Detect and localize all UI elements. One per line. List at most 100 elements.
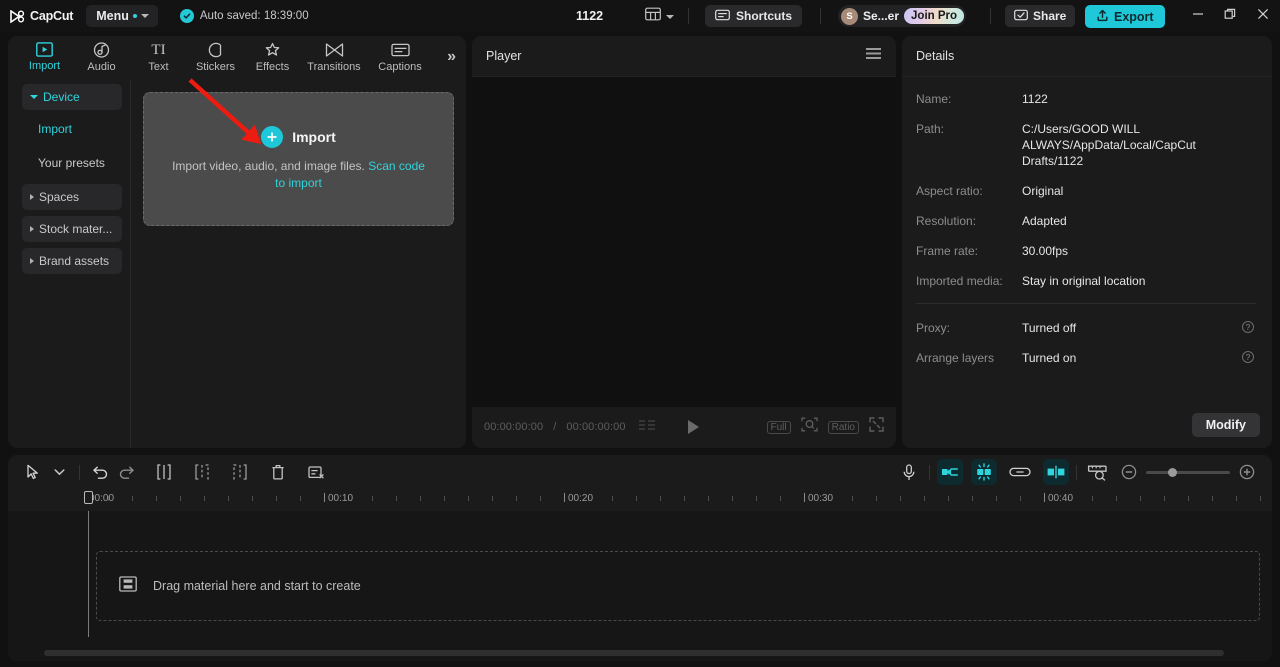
close-button[interactable]	[1248, 0, 1278, 32]
playhead-handle[interactable]	[84, 491, 93, 504]
import-description: Import video, audio, and image files. Sc…	[169, 158, 429, 192]
more-tabs-button[interactable]: »	[447, 48, 456, 66]
detail-row-resolution: Resolution: Adapted	[916, 213, 1256, 229]
cursor-dropdown-icon[interactable]	[46, 459, 72, 485]
help-icon[interactable]: ?	[1242, 321, 1254, 333]
microphone-icon[interactable]	[896, 459, 922, 485]
delete-icon[interactable]	[265, 459, 291, 485]
timeline-dropzone[interactable]: Drag material here and start to create	[96, 551, 1260, 621]
player-stage[interactable]	[472, 77, 896, 407]
ruler-label: 00:20	[568, 493, 594, 504]
menu-button[interactable]: Menu	[86, 5, 158, 27]
detail-value: Stay in original location	[1022, 274, 1146, 288]
time-separator: /	[553, 421, 557, 433]
zoom-in-icon[interactable]	[1234, 459, 1260, 485]
timeline-tracks[interactable]: Drag material here and start to create	[8, 491, 1272, 661]
nav-item-brand-assets[interactable]: Brand assets	[22, 248, 122, 274]
snap-align-icon[interactable]	[1043, 459, 1069, 485]
full-quality-chip[interactable]: Full	[766, 420, 791, 434]
magnifier-icon[interactable]	[800, 417, 818, 437]
tab-text[interactable]: TI Text	[130, 37, 187, 77]
timeline-horizontal-scrollbar[interactable]	[44, 650, 1224, 656]
minimize-button[interactable]	[1183, 0, 1213, 32]
play-icon[interactable]	[687, 420, 699, 434]
trim-left-icon[interactable]	[189, 459, 215, 485]
tab-captions[interactable]: Captions	[367, 37, 433, 77]
export-button[interactable]: Export	[1085, 5, 1165, 28]
divider	[990, 8, 991, 24]
detail-value: Adapted	[1022, 214, 1067, 228]
detail-value: Turned on	[1022, 351, 1077, 365]
shortcuts-button[interactable]: Shortcuts	[705, 5, 803, 27]
link-icon[interactable]	[1005, 459, 1035, 485]
chevron-down-icon	[140, 14, 149, 18]
trim-right-icon[interactable]	[227, 459, 253, 485]
player-title: Player	[486, 49, 522, 63]
hamburger-menu-icon[interactable]	[865, 47, 882, 65]
preview-scale-icon[interactable]	[1084, 459, 1112, 485]
capcut-logo-icon	[10, 8, 25, 24]
share-box-icon	[1014, 9, 1028, 24]
plus-icon[interactable]	[261, 126, 284, 148]
title-bar: CapCut Menu Auto saved: 18:39:00 1122 Sh…	[0, 0, 1280, 32]
account-chip[interactable]: S Se...er Join Pro	[838, 5, 967, 27]
maximize-button[interactable]	[1215, 0, 1245, 32]
detail-row-arrange-layers: Arrange layers Turned on ?	[916, 350, 1256, 366]
split-icon[interactable]	[151, 459, 177, 485]
media-panel: Import Audio TI Text Stickers Effects Tr…	[8, 36, 466, 448]
playback-rate-icon[interactable]	[638, 418, 656, 436]
help-icon[interactable]: ?	[1242, 351, 1254, 363]
tab-effects[interactable]: Effects	[244, 37, 301, 77]
detail-row-frame-rate: Frame rate: 30.00fps	[916, 243, 1256, 259]
fullscreen-icon[interactable]	[869, 417, 884, 437]
detail-row-name: Name: 1122	[916, 91, 1256, 107]
autosave-text: Auto saved: 18:39:00	[199, 10, 309, 22]
triangle-down-icon	[30, 95, 38, 99]
nav-item-spaces[interactable]: Spaces	[22, 184, 122, 210]
keyboard-icon	[715, 9, 730, 24]
tab-label: Text	[148, 60, 169, 73]
mirror-clip-icon[interactable]	[937, 459, 963, 485]
tab-audio[interactable]: Audio	[73, 37, 130, 77]
media-nav-list: Device Import Your presets Spaces Stock …	[8, 78, 130, 448]
nav-label: Import	[38, 122, 73, 136]
join-pro-badge[interactable]: Join Pro	[904, 8, 965, 24]
auto-adjust-icon[interactable]	[971, 459, 997, 485]
detail-row-imported-media: Imported media: Stay in original locatio…	[916, 273, 1256, 289]
import-cta-row: Import	[261, 126, 336, 148]
nav-item-device[interactable]: Device	[22, 84, 122, 110]
zoom-slider[interactable]	[1146, 467, 1230, 477]
timeline-ruler[interactable]: 00:00 00:10 00:20 00:30 00:40	[8, 489, 1272, 511]
media-tab-bar: Import Audio TI Text Stickers Effects Tr…	[8, 36, 466, 78]
triangle-right-icon	[30, 194, 34, 200]
nav-label: Your presets	[38, 156, 105, 170]
nav-item-import[interactable]: Import	[22, 116, 122, 142]
nav-item-your-presets[interactable]: Your presets	[22, 150, 122, 176]
select-cursor-icon[interactable]	[20, 459, 46, 485]
tab-transitions[interactable]: Transitions	[301, 37, 367, 77]
ratio-chip[interactable]: Ratio	[827, 420, 859, 434]
modify-button[interactable]: Modify	[1191, 413, 1260, 437]
import-dropzone[interactable]: Import Import video, audio, and image fi…	[143, 92, 454, 226]
import-content-area: Import Import video, audio, and image fi…	[131, 78, 466, 448]
tab-label: Effects	[255, 60, 290, 73]
detail-key: Resolution:	[916, 214, 977, 228]
nav-item-stock-materials[interactable]: Stock mater...	[22, 216, 122, 242]
zoom-slider-handle[interactable]	[1168, 467, 1177, 477]
tab-label: Stickers	[195, 60, 236, 73]
redo-icon[interactable]	[113, 459, 139, 485]
text-ti-icon: TI	[151, 41, 166, 58]
zoom-out-icon[interactable]	[1116, 459, 1142, 485]
details-panel: Details Name: 1122 Path: C:/Users/GOOD W…	[902, 36, 1272, 448]
undo-icon[interactable]	[87, 459, 113, 485]
share-button[interactable]: Share	[1005, 5, 1076, 27]
player-controls: 00:00:00:00 / 00:00:00:00 Full Ratio	[472, 407, 896, 447]
timeline-dropzone-label: Drag material here and start to create	[153, 579, 361, 593]
divider	[688, 8, 689, 24]
tab-stickers[interactable]: Stickers	[187, 37, 244, 77]
crop-remove-icon[interactable]	[303, 459, 329, 485]
tab-import[interactable]: Import	[16, 37, 73, 77]
detail-row-path: Path: C:/Users/GOOD WILL ALWAYS/AppData/…	[916, 121, 1256, 169]
detail-key: Imported media:	[916, 274, 1003, 288]
layout-switch-button[interactable]	[645, 7, 674, 26]
